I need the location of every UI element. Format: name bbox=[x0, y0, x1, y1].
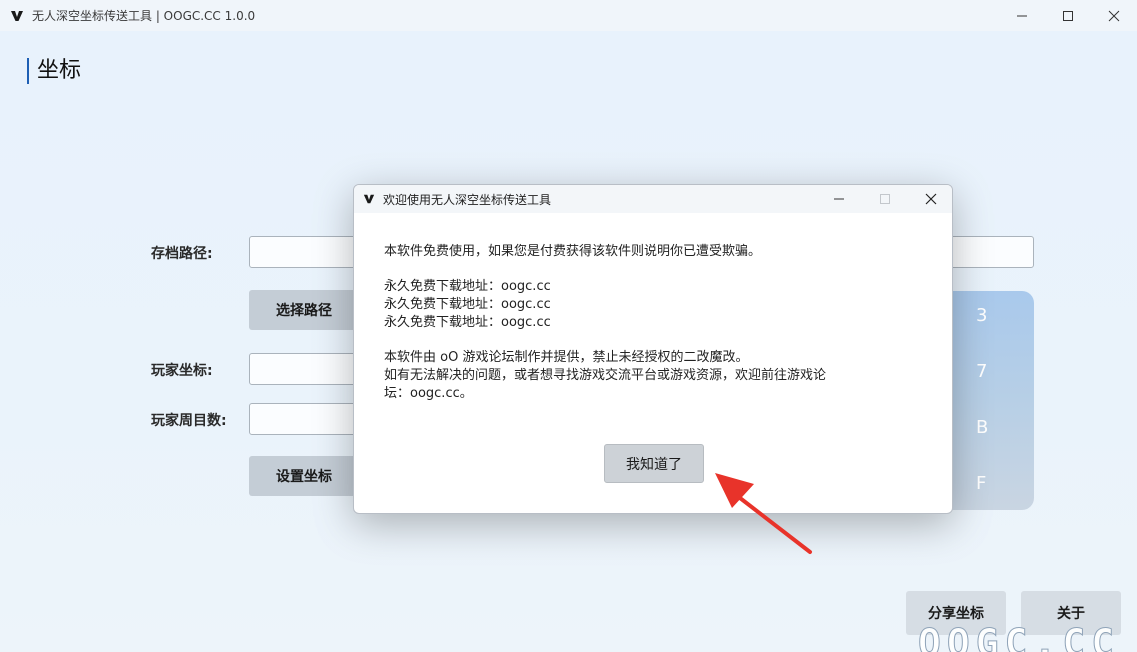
window-title: 无人深空坐标传送工具 | OOGC.CC 1.0.0 bbox=[32, 9, 256, 23]
dialog-text-line: 永久免费下载地址：oogc.cc bbox=[384, 297, 551, 312]
glyph-key[interactable]: B bbox=[976, 417, 988, 438]
page-title: 坐标 bbox=[27, 58, 81, 84]
minimize-icon bbox=[834, 198, 844, 200]
player-cycle-input[interactable] bbox=[249, 403, 369, 435]
title-bar: 无人深空坐标传送工具 | OOGC.CC 1.0.0 bbox=[0, 0, 1137, 31]
annotation-arrow-icon bbox=[715, 473, 812, 554]
player-cycle-label: 玩家周目数: bbox=[151, 413, 227, 429]
dialog-text-line: 永久免费下载地址：oogc.cc bbox=[384, 315, 551, 330]
minimize-button[interactable] bbox=[999, 0, 1045, 31]
glyph-key[interactable]: 7 bbox=[976, 361, 987, 382]
close-icon bbox=[1108, 10, 1120, 21]
player-coord-input[interactable] bbox=[249, 353, 369, 385]
dialog-title: 欢迎使用无人深空坐标传送工具 bbox=[383, 192, 552, 207]
glyph-key[interactable]: F bbox=[976, 473, 986, 494]
dialog-message: 本软件免费使用，如果您是付费获得该软件则说明你已遭受欺骗。 永久免费下载地址：o… bbox=[384, 243, 826, 403]
dialog-maximize-button bbox=[862, 185, 908, 213]
dialog-text-line: 本软件由 oO 游戏论坛制作并提供，禁止未经授权的二改魔改。 bbox=[384, 350, 749, 365]
save-path-label: 存档路径: bbox=[151, 246, 213, 262]
dialog-text-line: 坛：oogc.cc。 bbox=[384, 386, 473, 401]
dialog-minimize-button[interactable] bbox=[816, 185, 862, 213]
set-coord-button[interactable]: 设置坐标 bbox=[249, 456, 359, 496]
glyph-key[interactable]: 3 bbox=[976, 305, 987, 326]
maximize-icon bbox=[1063, 10, 1073, 21]
maximize-button[interactable] bbox=[1045, 0, 1091, 31]
choose-path-button[interactable]: 选择路径 bbox=[249, 290, 359, 330]
dialog-text-line: 本软件免费使用，如果您是付费获得该软件则说明你已遭受欺骗。 bbox=[384, 244, 762, 259]
watermark-logo: OOGC.CC bbox=[917, 621, 1121, 652]
dialog-title-bar: 欢迎使用无人深空坐标传送工具 bbox=[354, 185, 952, 213]
player-coord-label: 玩家坐标: bbox=[151, 363, 213, 379]
app-logo-icon bbox=[363, 194, 375, 204]
dialog-text-line: 永久免费下载地址：oogc.cc bbox=[384, 279, 551, 294]
ok-button[interactable]: 我知道了 bbox=[604, 444, 704, 483]
minimize-icon bbox=[1017, 15, 1027, 16]
dialog-text-line: 如有无法解决的问题，或者想寻找游戏交流平台或游戏资源，欢迎前往游戏论 bbox=[384, 368, 827, 383]
maximize-icon bbox=[880, 194, 890, 204]
close-button[interactable] bbox=[1091, 0, 1137, 31]
close-icon bbox=[925, 193, 937, 205]
dialog-close-button[interactable] bbox=[908, 185, 952, 213]
app-logo-icon bbox=[11, 10, 23, 21]
welcome-dialog: 欢迎使用无人深空坐标传送工具 本软件免费使用，如果您是付费获得该软件则说明你已遭… bbox=[353, 184, 953, 514]
